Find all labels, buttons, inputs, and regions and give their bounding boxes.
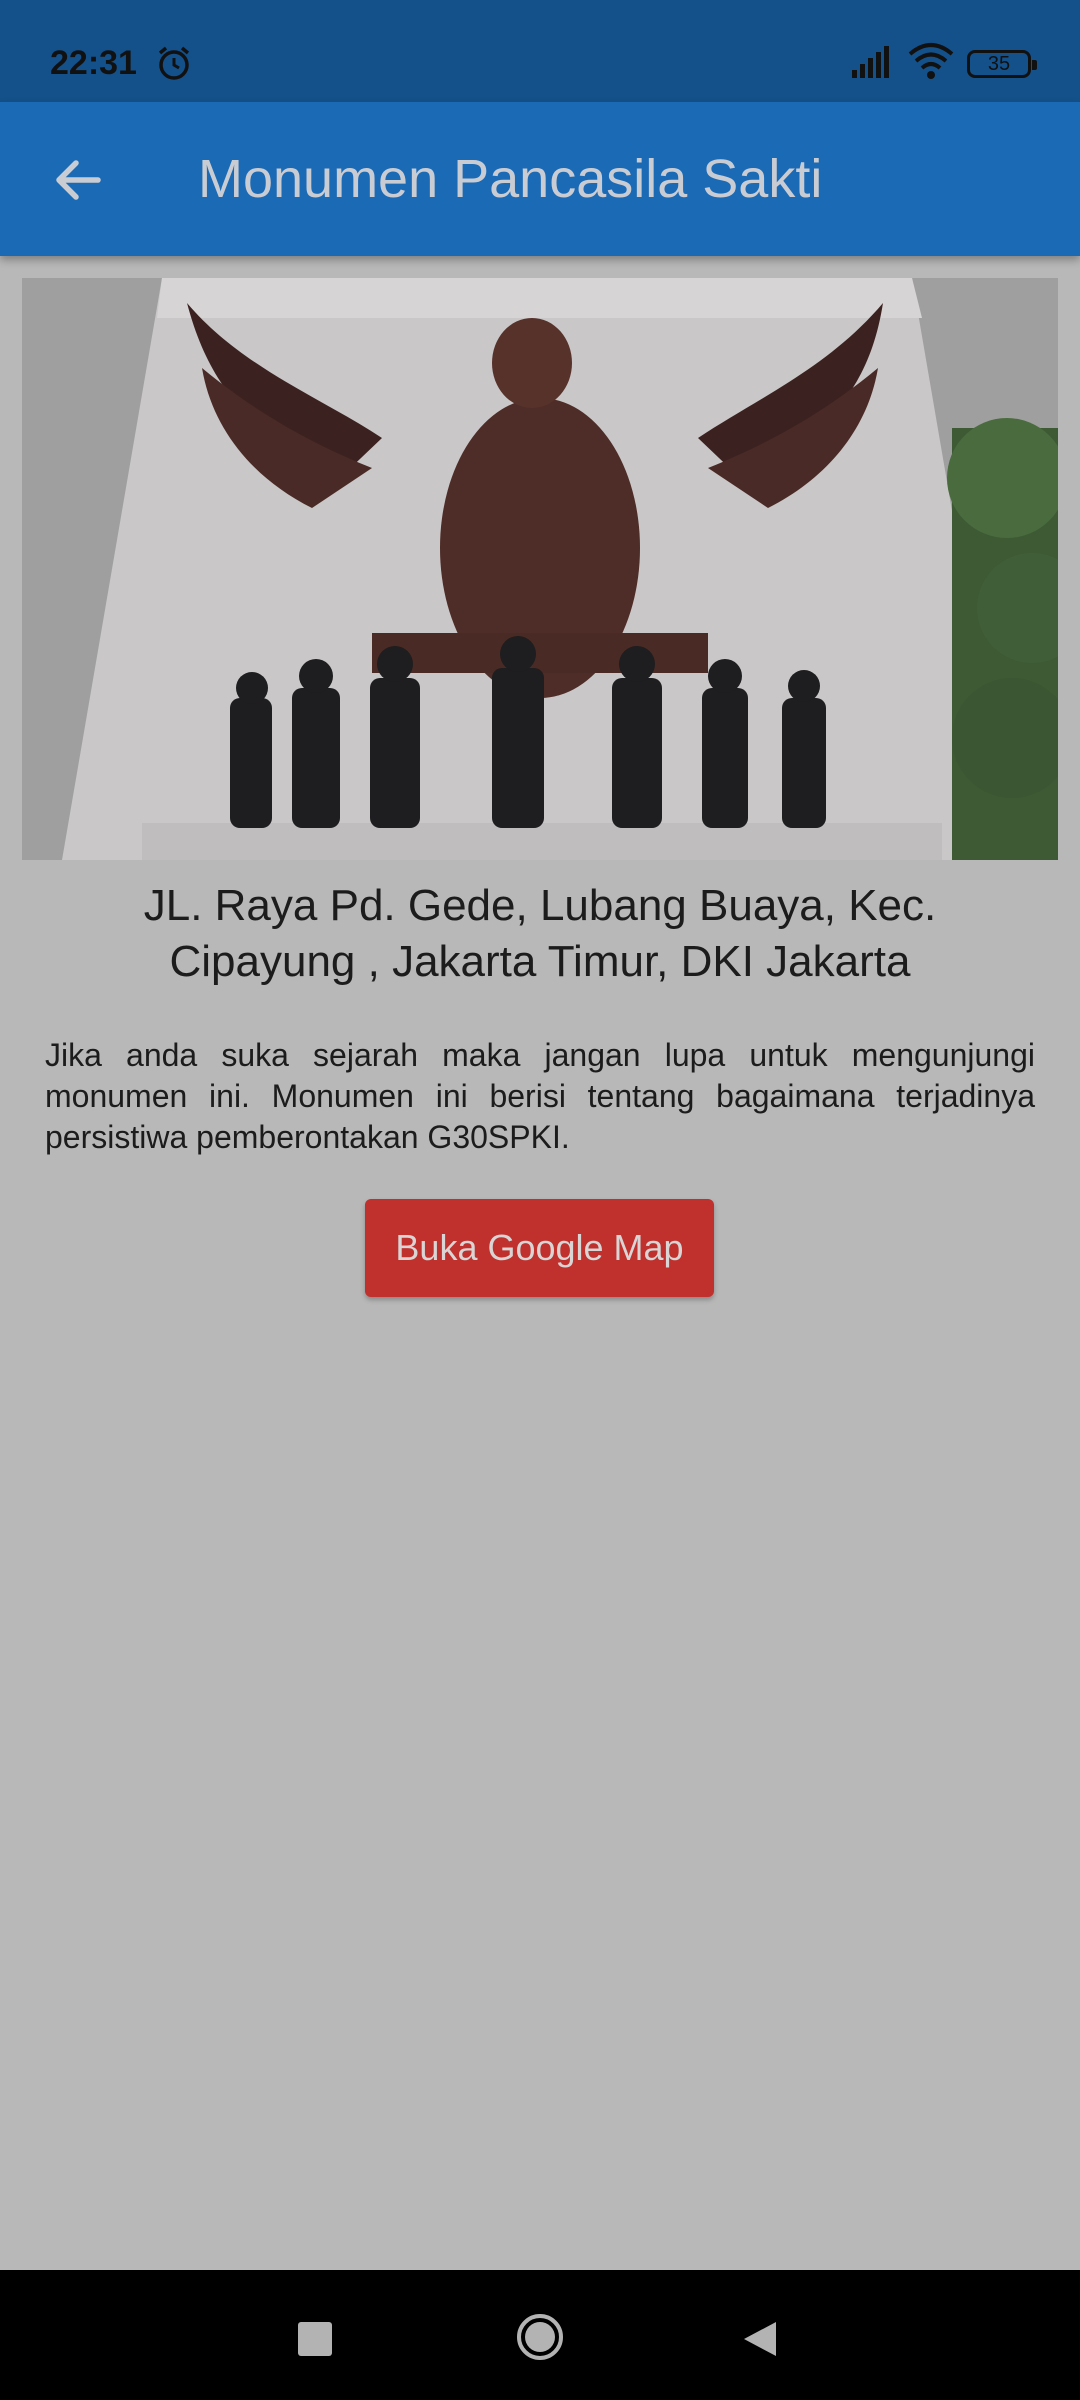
description-text: Jika anda suka sejarah maka jangan lupa … <box>45 1037 1035 1155</box>
battery-icon: 35 <box>967 50 1037 78</box>
status-time: 22:31 <box>50 44 137 82</box>
navigation-bar <box>0 2270 1080 2400</box>
recents-icon[interactable] <box>298 2322 332 2356</box>
status-bar: 22:31 35 <box>0 0 1080 102</box>
signal-icon <box>852 46 889 78</box>
page-title: Monumen Pancasila Sakti <box>198 149 823 209</box>
monument-image <box>22 278 1058 860</box>
alarm-icon <box>158 46 190 80</box>
back-arrow-icon[interactable] <box>50 152 106 208</box>
app-bar: Monumen Pancasila Sakti <box>0 102 1080 256</box>
home-icon[interactable] <box>516 2313 564 2361</box>
open-google-map-button[interactable]: Buka Google Map <box>365 1199 714 1297</box>
wifi-icon <box>908 43 954 79</box>
nav-back-icon[interactable] <box>742 2320 778 2358</box>
address-text: JL. Raya Pd. Gede, Lubang Buaya, Kec. Ci… <box>143 881 937 986</box>
